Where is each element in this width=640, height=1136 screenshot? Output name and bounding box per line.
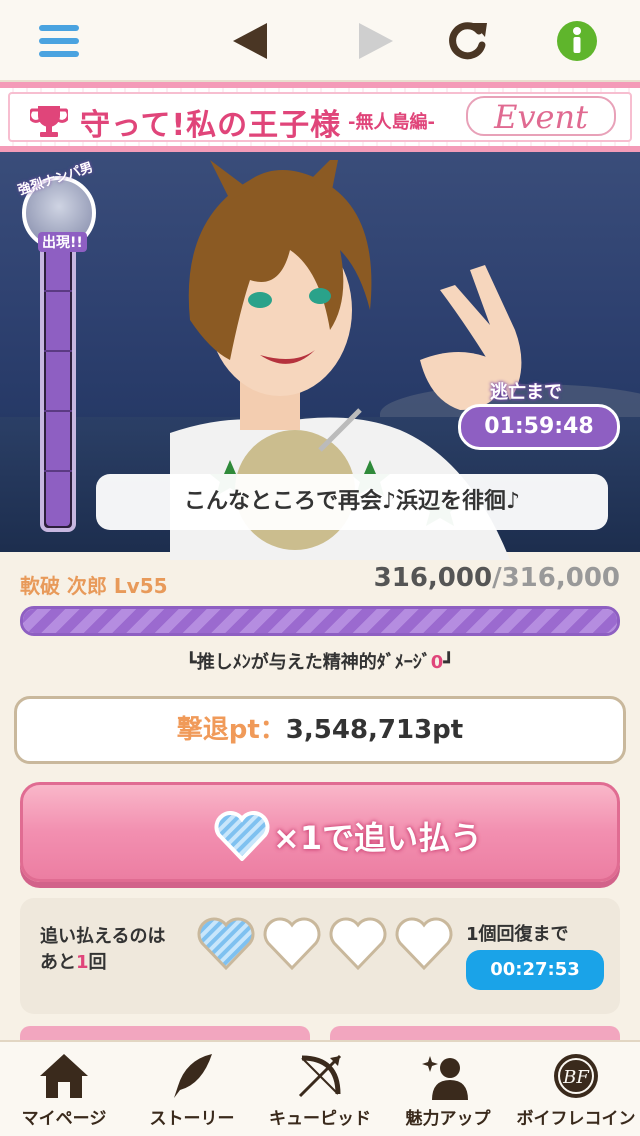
nav-label: ボイフレコイン (516, 1109, 636, 1129)
nav-story[interactable]: ストーリー (128, 1042, 256, 1136)
reload-icon (449, 22, 487, 60)
next-button-peek (330, 1026, 620, 1040)
enemy-name: 軟破 次郎 Lv55 (20, 574, 168, 598)
bow-arrow-icon (298, 1054, 342, 1098)
hamburger-menu-icon (39, 25, 79, 57)
escape-label: 逃亡まで (490, 382, 562, 403)
bottom-nav-bar: マイページ ストーリー キューピッド 魅力アップ BF ボイフレコイン (0, 1040, 640, 1136)
appearance-meter-fill (46, 234, 70, 526)
remaining-number: 1 (76, 952, 89, 973)
reload-button[interactable] (440, 14, 494, 68)
heart-filled-icon (197, 917, 255, 971)
meter-divider (44, 470, 72, 472)
nav-cupid[interactable]: キューピッド (256, 1042, 384, 1136)
meter-divider (44, 290, 72, 292)
recover-label: 1個回復まで (466, 924, 569, 945)
coin-icon: BF (554, 1054, 598, 1098)
back-arrow-icon (233, 23, 267, 59)
escape-timer: 01:59:48 (458, 404, 620, 450)
forward-button[interactable] (350, 14, 404, 68)
chase-away-label: ×1で追い払う (273, 819, 483, 857)
remaining-count: あと1回 (40, 948, 107, 974)
event-label: Event (466, 96, 616, 136)
nav-label: 魅力アップ (405, 1109, 491, 1129)
house-icon (40, 1054, 88, 1098)
info-icon (557, 21, 597, 61)
hp-max: 316,000 (501, 563, 620, 593)
repel-points-box: 撃退pt：3,548,713pt (14, 696, 626, 764)
menu-button[interactable] (32, 14, 86, 68)
next-button-peek (20, 1026, 310, 1040)
recover-timer: 00:27:53 (466, 950, 604, 990)
top-nav-bar (0, 0, 640, 82)
speech-bubble: こんなところで再会♪浜辺を徘徊♪ (96, 474, 608, 530)
event-banner[interactable]: 守って!私の王子様 -無人島編- Event (0, 82, 640, 152)
person-sparkle-icon (422, 1056, 468, 1100)
appearance-meter (40, 228, 76, 532)
hp-separator: / (492, 563, 502, 593)
remaining-prefix: あと (40, 952, 76, 973)
chase-count-panel: 追い払えるのは あと1回 1個回復まで 00:27:53 (20, 898, 620, 1014)
nav-label: マイページ (21, 1109, 107, 1129)
back-button[interactable] (222, 14, 276, 68)
nav-label: キューピッド (269, 1109, 371, 1129)
hp-current: 316,000 (373, 563, 493, 593)
heart-empty-icon (395, 917, 453, 971)
meter-divider (44, 410, 72, 412)
heart-stock (196, 916, 454, 972)
damage-line: ┗推しﾒﾝが与えた精神的ﾀﾞﾒｰｼﾞ0┛ (0, 648, 640, 674)
heart-empty-icon (329, 917, 387, 971)
nav-boyfriend-coin[interactable]: BF ボイフレコイン (512, 1042, 640, 1136)
damage-suffix: ┛ (443, 652, 455, 673)
event-title: 守って!私の王子様 (80, 108, 342, 143)
event-subtitle: -無人島編- (348, 112, 435, 133)
remaining-suffix: 回 (88, 952, 107, 973)
damage-value: 0 (430, 652, 444, 673)
repel-points-label: 撃退pt： (176, 715, 286, 745)
quill-icon (174, 1054, 212, 1098)
nav-my-page[interactable]: マイページ (0, 1042, 128, 1136)
striped-heart-icon (214, 811, 270, 861)
meter-divider (44, 350, 72, 352)
nav-label: ストーリー (149, 1109, 235, 1129)
appear-badge: 出現!! (38, 232, 87, 252)
chase-away-button[interactable]: ×1で追い払う (20, 782, 620, 882)
remaining-label: 追い払えるのは (40, 926, 166, 947)
trophy-icon (30, 106, 68, 137)
nav-charm-up[interactable]: 魅力アップ (384, 1042, 512, 1136)
hp-bar (20, 606, 620, 636)
repel-points-value: 3,548,713pt (285, 715, 464, 745)
enemy-hp: 316,000/316,000 (374, 563, 620, 593)
forward-arrow-icon (359, 23, 393, 59)
hp-bar-fill (23, 609, 617, 633)
svg-text:BF: BF (562, 1067, 590, 1088)
info-button[interactable] (550, 14, 604, 68)
heart-empty-icon (263, 917, 321, 971)
damage-label: ┗推しﾒﾝが与えた精神的ﾀﾞﾒｰｼﾞ (185, 652, 431, 673)
